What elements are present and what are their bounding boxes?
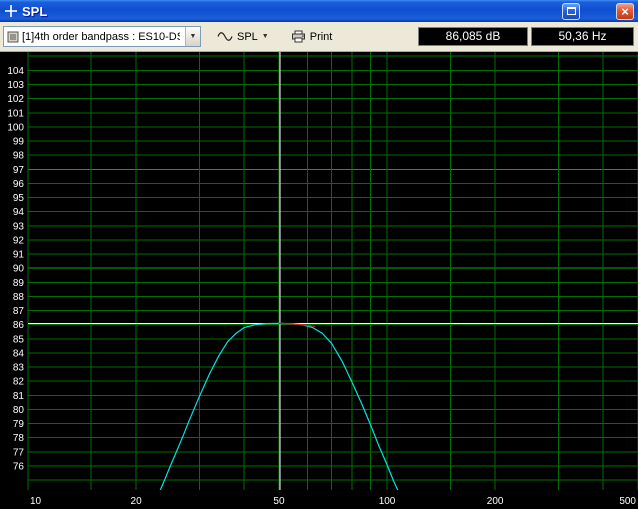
svg-text:90: 90 (13, 264, 25, 275)
svg-text:100: 100 (379, 496, 396, 507)
svg-text:77: 77 (13, 447, 25, 458)
svg-text:95: 95 (13, 193, 25, 204)
driver-icon (7, 31, 19, 43)
svg-text:93: 93 (13, 221, 25, 232)
svg-text:81: 81 (13, 391, 25, 402)
printer-icon (291, 30, 306, 43)
svg-text:94: 94 (13, 207, 25, 218)
svg-text:103: 103 (7, 80, 24, 91)
svg-text:104: 104 (7, 66, 24, 77)
title-bar[interactable]: SPL × (0, 0, 638, 22)
cursor-readouts: 86,085 dB 50,36 Hz (418, 27, 635, 46)
svg-text:102: 102 (7, 94, 24, 105)
svg-text:76: 76 (13, 461, 25, 472)
svg-text:86: 86 (13, 320, 25, 331)
svg-text:83: 83 (13, 363, 25, 374)
app-icon (4, 4, 18, 18)
svg-text:500: 500 (619, 496, 636, 507)
window-title: SPL (22, 3, 48, 19)
svg-text:20: 20 (131, 496, 143, 507)
svg-text:98: 98 (13, 151, 25, 162)
graph-type-dropdown[interactable]: SPL ▼ (211, 26, 275, 48)
svg-text:100: 100 (7, 122, 24, 133)
svg-text:78: 78 (13, 433, 25, 444)
svg-text:79: 79 (13, 419, 25, 430)
svg-text:200: 200 (487, 496, 504, 507)
svg-text:89: 89 (13, 278, 25, 289)
svg-text:99: 99 (13, 137, 25, 148)
svg-text:97: 97 (13, 165, 25, 176)
chevron-down-icon: ▼ (261, 33, 269, 40)
svg-text:88: 88 (13, 292, 25, 303)
toolbar: [1]4th order bandpass : ES10-DS ▼ SPL ▼ (0, 22, 638, 52)
maximize-icon (566, 7, 576, 15)
print-label: Print (309, 30, 333, 43)
print-button[interactable]: Print (285, 26, 339, 48)
svg-text:85: 85 (13, 334, 25, 345)
maximize-button[interactable] (562, 2, 580, 20)
graph-type-label: SPL (237, 30, 258, 43)
svg-text:80: 80 (13, 405, 25, 416)
svg-text:96: 96 (13, 179, 25, 190)
spl-window: SPL × [1]4th order bandpass : ES10-DS ▼ (0, 0, 638, 509)
close-button[interactable]: × (616, 2, 634, 20)
chevron-down-icon: ▼ (189, 33, 197, 40)
spl-chart-canvas[interactable]: 104 103 102 101 100 99 98 97 96 95 94 93 92 91 90 89 88 8… (0, 52, 638, 509)
driver-select-arrow[interactable]: ▼ (185, 27, 200, 46)
svg-text:82: 82 (13, 377, 25, 388)
svg-text:92: 92 (13, 235, 25, 246)
driver-select-value: [1]4th order bandpass : ES10-DS (22, 30, 180, 43)
spl-readout: 86,085 dB (418, 27, 528, 46)
close-icon: × (621, 3, 629, 19)
svg-text:91: 91 (13, 250, 25, 261)
sine-wave-icon (217, 31, 233, 42)
svg-text:10: 10 (30, 496, 42, 507)
spl-chart[interactable]: 104 103 102 101 100 99 98 97 96 95 94 93 92 91 90 89 88 8… (0, 52, 638, 509)
svg-text:87: 87 (13, 306, 25, 317)
driver-select[interactable]: [1]4th order bandpass : ES10-DS ▼ (3, 26, 201, 47)
svg-text:50: 50 (273, 496, 285, 507)
svg-text:84: 84 (13, 348, 25, 359)
svg-text:101: 101 (7, 108, 24, 119)
frequency-readout: 50,36 Hz (531, 27, 634, 46)
